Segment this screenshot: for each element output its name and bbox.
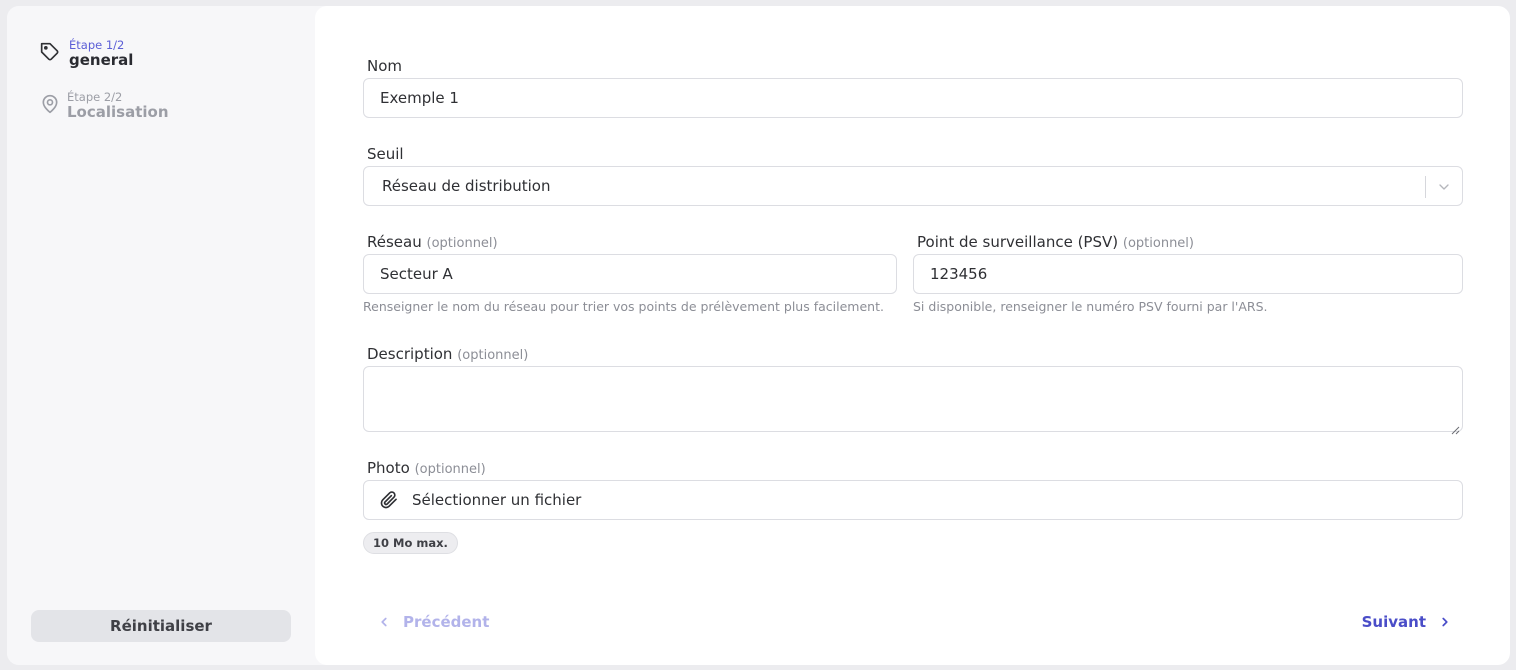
psv-value: 123456 bbox=[930, 265, 988, 283]
wizard-frame: Étape 1/2 general Étape 2/2 Localisation… bbox=[7, 6, 1510, 665]
reseau-label-text: Réseau bbox=[367, 233, 422, 251]
seuil-selected-value: Réseau de distribution bbox=[382, 177, 551, 195]
description-textarea[interactable] bbox=[363, 366, 1463, 435]
next-button[interactable]: Suivant bbox=[1362, 610, 1452, 634]
photo-file-picker[interactable]: Sélectionner un fichier bbox=[363, 480, 1463, 520]
optional-tag: (optionnel) bbox=[1122, 236, 1194, 251]
seuil-select[interactable]: Réseau de distribution bbox=[363, 166, 1463, 206]
resize-handle-icon[interactable] bbox=[1451, 420, 1460, 435]
reseau-help-text: Renseigner le nom du réseau pour trier v… bbox=[363, 299, 884, 314]
optional-tag: (optionnel) bbox=[457, 348, 529, 363]
select-separator bbox=[1425, 176, 1426, 198]
seuil-label: Seuil bbox=[367, 145, 404, 163]
next-label: Suivant bbox=[1361, 613, 1426, 631]
nom-label: Nom bbox=[367, 57, 402, 75]
tag-icon bbox=[40, 42, 60, 62]
optional-tag: (optionnel) bbox=[414, 462, 486, 477]
previous-label: Précédent bbox=[403, 613, 490, 631]
description-label: Description (optionnel) bbox=[367, 345, 528, 365]
chevron-down-icon[interactable] bbox=[1436, 179, 1452, 195]
chevron-left-icon bbox=[381, 617, 387, 627]
step-number: Étape 1/2 bbox=[69, 38, 125, 52]
map-pin-icon bbox=[40, 94, 60, 114]
step-localisation[interactable]: Étape 2/2 Localisation bbox=[40, 90, 169, 121]
reset-button[interactable]: Réinitialiser bbox=[31, 610, 291, 642]
reseau-value: Secteur A bbox=[380, 265, 453, 283]
psv-input[interactable]: 123456 bbox=[913, 254, 1463, 294]
psv-help-text: Si disponible, renseigner le numéro PSV … bbox=[913, 299, 1268, 314]
steps-sidebar: Étape 1/2 general Étape 2/2 Localisation… bbox=[7, 6, 315, 665]
photo-label: Photo (optionnel) bbox=[367, 459, 486, 479]
step-label: Localisation bbox=[67, 103, 169, 121]
optional-tag: (optionnel) bbox=[426, 236, 498, 251]
paperclip-icon bbox=[380, 491, 398, 509]
nom-input[interactable]: Exemple 1 bbox=[363, 78, 1463, 118]
seuil-label-text: Seuil bbox=[367, 145, 404, 163]
nom-value: Exemple 1 bbox=[380, 89, 459, 107]
psv-label-text: Point de surveillance (PSV) bbox=[917, 233, 1119, 251]
psv-label: Point de surveillance (PSV) (optionnel) bbox=[917, 233, 1194, 253]
reseau-label: Réseau (optionnel) bbox=[367, 233, 498, 253]
step-number: Étape 2/2 bbox=[67, 90, 123, 104]
form-card: Nom Exemple 1 Seuil Réseau de distributi… bbox=[315, 6, 1510, 665]
file-size-badge: 10 Mo max. bbox=[363, 532, 458, 554]
select-file-label: Sélectionner un fichier bbox=[412, 491, 582, 509]
photo-label-text: Photo bbox=[367, 459, 410, 477]
chevron-right-icon bbox=[1442, 617, 1448, 627]
description-label-text: Description bbox=[367, 345, 453, 363]
reseau-input[interactable]: Secteur A bbox=[363, 254, 897, 294]
step-label: general bbox=[69, 51, 134, 69]
previous-button[interactable]: Précédent bbox=[377, 610, 489, 634]
step-general[interactable]: Étape 1/2 general bbox=[40, 38, 133, 69]
nom-label-text: Nom bbox=[367, 57, 403, 75]
